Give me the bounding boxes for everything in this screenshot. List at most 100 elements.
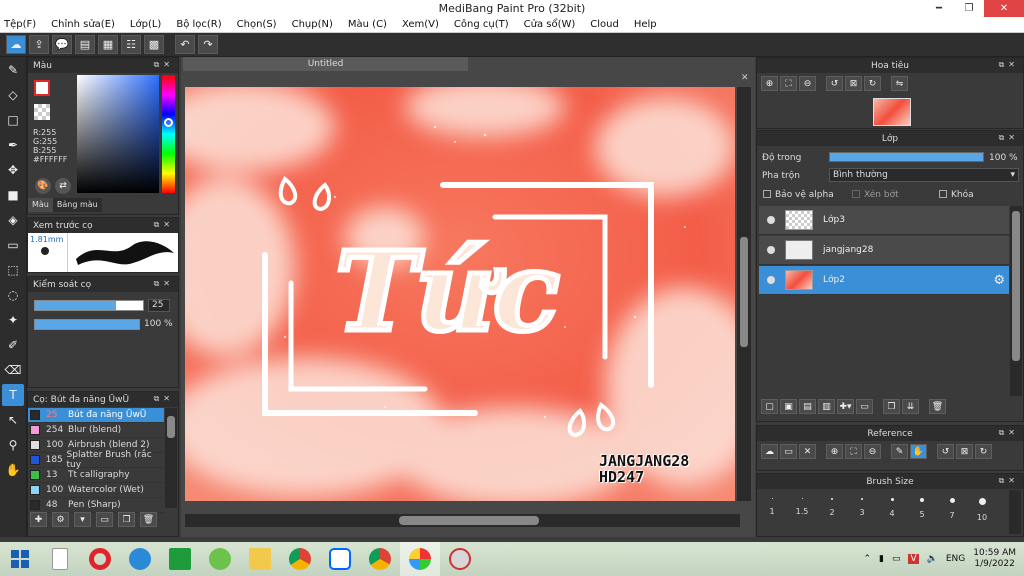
magic-wand-icon[interactable]: ✦ — [2, 309, 24, 331]
layer-opacity-slider[interactable] — [829, 152, 984, 162]
store-icon[interactable] — [160, 542, 200, 576]
cloud-icon[interactable]: ☁ — [6, 35, 26, 54]
canvas-vertical-scrollbar[interactable] — [737, 87, 751, 501]
add-layer-menu-icon[interactable]: ✚▾ — [837, 399, 854, 414]
hand-tool-icon[interactable]: ✋ — [2, 459, 24, 481]
eye-icon[interactable] — [767, 246, 775, 254]
grid-icon[interactable]: ▩ — [144, 35, 164, 54]
clipping-checkbox[interactable]: Xén bớt — [852, 190, 899, 200]
menu-filter[interactable]: Bộ lọc(R) — [176, 19, 221, 30]
share-icon[interactable]: ⇪ — [29, 35, 49, 54]
fit-icon[interactable]: ⛶ — [845, 444, 862, 459]
menu-select[interactable]: Chọn(S) — [237, 19, 277, 30]
page-icon[interactable]: ▤ — [75, 35, 95, 54]
brush-list-item[interactable]: 13 Tt calligraphy — [28, 468, 164, 483]
panel-controls-icon[interactable]: ⧉✕ — [999, 476, 1019, 486]
brush-list-scrollbar[interactable] — [165, 408, 177, 508]
paint-icon[interactable] — [440, 542, 480, 576]
close-icon[interactable]: ✕ — [984, 0, 1024, 17]
open-folder-icon[interactable]: ▭ — [780, 444, 797, 459]
eyedropper-icon[interactable]: ⚲ — [2, 434, 24, 456]
dot-tool-icon[interactable]: □ — [2, 109, 24, 131]
up-arrow-icon[interactable]: ⌃ — [863, 554, 871, 564]
eraser-tool-icon[interactable]: ◇ — [2, 84, 24, 106]
pen-tool-icon[interactable]: ✒ — [2, 134, 24, 156]
text-tool-icon[interactable]: T — [2, 384, 24, 406]
new-color-layer-icon[interactable]: ▣ — [780, 399, 797, 414]
brush-list-item[interactable]: 48 Pen (Sharp) — [28, 498, 164, 513]
tab-palette[interactable]: Bảng màu — [52, 198, 102, 212]
folder-icon[interactable]: ▭ — [96, 512, 113, 527]
battery-icon[interactable]: ▭ — [892, 554, 901, 564]
select-eraser-icon[interactable]: ⌫ — [2, 359, 24, 381]
brush-size-option[interactable]: 7 — [937, 492, 967, 534]
duplicate-layer-icon[interactable]: ❐ — [883, 399, 900, 414]
panel-controls-icon[interactable]: ⧉✕ — [999, 428, 1019, 438]
close-reference-icon[interactable]: ✕ — [799, 444, 816, 459]
gradient-tool-icon[interactable]: ▭ — [2, 234, 24, 256]
panel-controls-icon[interactable]: ⧉✕ — [154, 394, 174, 404]
menu-view[interactable]: Xem(V) — [402, 19, 439, 30]
reset-rotation-icon[interactable]: ⊠ — [956, 444, 973, 459]
layer-row-selected[interactable]: Lớp2 ⚙ — [759, 266, 1009, 295]
brush-tool-icon[interactable]: ✎ — [2, 59, 24, 81]
zoom-in-icon[interactable]: ⊕ — [761, 76, 778, 91]
brush-size-option[interactable]: 3 — [847, 492, 877, 534]
brush-list-item[interactable]: 185 Splatter Brush (rắc tuy — [28, 450, 164, 470]
delete-layer-icon[interactable]: 🗑 — [929, 399, 946, 414]
tab-color[interactable]: Màu — [28, 198, 53, 212]
brush-list-item[interactable]: 25 Bút đa năng ŪwŪ — [28, 408, 164, 423]
menu-file[interactable]: Tệp(F) — [4, 19, 36, 30]
menu-color[interactable]: Màu (C) — [348, 19, 387, 30]
redo-icon[interactable]: ↷ — [198, 35, 218, 54]
menu-tools[interactable]: Công cụ(T) — [454, 19, 509, 30]
brush-size-option[interactable]: 4 — [877, 492, 907, 534]
zoom-out-icon[interactable]: ⊖ — [864, 444, 881, 459]
document-tab[interactable]: Untitled — [183, 57, 468, 71]
operation-tool-icon[interactable]: ↖ — [2, 409, 24, 431]
hand-icon[interactable]: ✋ — [910, 444, 927, 459]
start-button[interactable] — [0, 542, 40, 576]
eye-icon[interactable] — [767, 276, 775, 284]
select-tool-icon[interactable]: ⬚ — [2, 259, 24, 281]
brush-size-option[interactable]: 2 — [817, 492, 847, 534]
brush-opacity-slider[interactable] — [34, 319, 140, 330]
rotate-left-icon[interactable]: ↺ — [937, 444, 954, 459]
select-pen-icon[interactable]: ✐ — [2, 334, 24, 356]
document-icon[interactable]: ▦ — [98, 35, 118, 54]
rotate-right-icon[interactable]: ↻ — [864, 76, 881, 91]
layer-row[interactable]: jangjang28 — [759, 236, 1009, 265]
saturation-value-picker[interactable] — [77, 75, 159, 193]
palette-icon[interactable]: 🎨 — [35, 178, 51, 194]
lock-checkbox[interactable]: Khóa — [939, 190, 974, 200]
hue-knob[interactable] — [164, 118, 173, 127]
folder-icon[interactable] — [240, 542, 280, 576]
brush-list-item[interactable]: 254 Blur (blend) — [28, 423, 164, 438]
fill-tool-icon[interactable]: ◈ — [2, 209, 24, 231]
folder-icon[interactable]: ▭ — [856, 399, 873, 414]
brush-size-scrollbar[interactable] — [1009, 490, 1021, 534]
brush-size-value[interactable]: 25 — [148, 299, 170, 312]
menu-edit[interactable]: Chỉnh sửa(E) — [51, 19, 115, 30]
app-icon[interactable] — [200, 542, 240, 576]
comment-icon[interactable]: 💬 — [52, 35, 72, 54]
gear-icon[interactable]: ⚙ — [993, 273, 1005, 288]
chrome-icon[interactable] — [280, 542, 320, 576]
menu-snap[interactable]: Chụp(N) — [292, 19, 333, 30]
brush-size-option[interactable]: 1.5 — [787, 492, 817, 534]
navigator-thumbnail[interactable] — [873, 98, 911, 126]
duplicate-icon[interactable]: ❐ — [118, 512, 135, 527]
minimize-icon[interactable]: ━ — [924, 0, 954, 17]
background-color-swatch[interactable] — [34, 104, 50, 120]
close-document-icon[interactable]: ✕ — [741, 73, 749, 83]
chrome-profile-icon[interactable] — [360, 542, 400, 576]
foreground-color-swatch[interactable] — [34, 80, 50, 96]
speaker-icon[interactable]: 🔈 — [927, 554, 938, 564]
panel-controls-icon[interactable]: ⧉✕ — [999, 133, 1019, 143]
brush-size-option[interactable]: 5 — [907, 492, 937, 534]
brush-size-option[interactable]: 10 — [967, 492, 997, 534]
color-swap-icon[interactable]: ⇄ — [55, 178, 71, 194]
new-layer-icon[interactable]: ▢ — [761, 399, 778, 414]
opera-icon[interactable] — [80, 542, 120, 576]
menu-help[interactable]: Help — [634, 19, 657, 30]
